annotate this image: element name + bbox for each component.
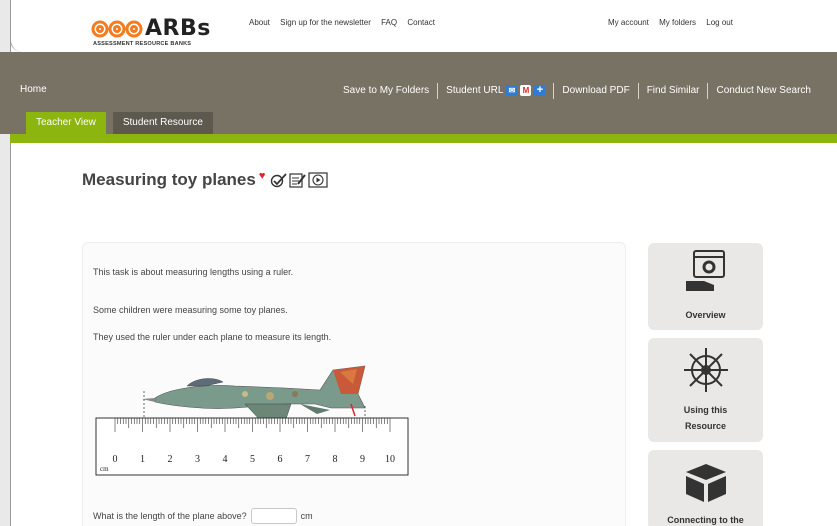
ruler-number: 7: [305, 454, 310, 465]
ruler-number: 5: [250, 454, 255, 465]
using-label-2: Resource: [684, 421, 727, 431]
paragraph-2: They used the ruler under each plane to …: [93, 332, 332, 342]
download-pdf-link[interactable]: Download PDF: [562, 85, 629, 96]
overview-label: Overview: [685, 310, 726, 320]
tab-underline: [10, 134, 837, 143]
divider: [437, 82, 439, 99]
ruler-number: 2: [168, 454, 173, 465]
nav-my-account-link[interactable]: My account: [608, 18, 649, 27]
overview-gear-screen-icon: [685, 250, 725, 291]
ruler-number: 1: [140, 454, 145, 465]
ruler-number: 6: [278, 454, 283, 465]
home-link[interactable]: Home: [20, 84, 47, 95]
length-answer-input[interactable]: [250, 508, 297, 524]
top-nav-left: About Sign up for the newsletter FAQ Con…: [249, 18, 443, 27]
new-search-link[interactable]: Conduct New Search: [716, 85, 811, 96]
ruler-number: 9: [360, 454, 365, 465]
nav-faq-link[interactable]: FAQ: [381, 18, 397, 27]
check-assessment-icon: [271, 173, 288, 188]
favourite-heart-icon[interactable]: ♥: [259, 170, 266, 182]
save-to-folders-link[interactable]: Save to My Folders: [343, 85, 429, 96]
ruler-number: 3: [195, 454, 200, 465]
nav-about-link[interactable]: About: [249, 18, 270, 27]
written-task-icon: [289, 173, 307, 188]
top-nav-right: My account My folders Log out: [608, 18, 741, 27]
connecting-label: Connecting to the: [667, 515, 744, 525]
arbs-logo[interactable]: ARBs ASSESSMENT RESOURCE BANKS: [91, 16, 241, 48]
ruler-number: 10: [385, 454, 395, 465]
paragraph-1: Some children were measuring some toy pl…: [93, 305, 288, 315]
using-label-1: Using this: [683, 405, 728, 415]
toy-plane-image: 0 1 2 3 4 5 6 7 8 9 10 cm: [95, 365, 409, 476]
ruler-unit-label: cm: [100, 465, 109, 473]
view-tabs: Teacher View Student Resource: [26, 112, 220, 134]
resource-actions: Save to My Folders Student URL ✉ M + Dow…: [343, 82, 811, 99]
tab-teacher-view[interactable]: Teacher View: [26, 112, 106, 134]
site-header: ARBs ASSESSMENT RESOURCE BANKS About Sig…: [10, 0, 837, 52]
nav-log-out-link[interactable]: Log out: [706, 18, 733, 27]
find-similar-link[interactable]: Find Similar: [647, 85, 700, 96]
divider: [707, 82, 709, 99]
open-box-icon: [685, 464, 726, 502]
email-share-icon[interactable]: ✉: [506, 85, 518, 96]
ruler-number: 0: [113, 454, 118, 465]
add-share-icon[interactable]: +: [534, 85, 546, 96]
gmail-share-icon[interactable]: M: [520, 85, 532, 96]
page-title-row: Measuring toy planes ♥: [82, 170, 328, 190]
nav-my-folders-link[interactable]: My folders: [659, 18, 696, 27]
video-icon: [308, 172, 328, 188]
nav-contact-link[interactable]: Contact: [407, 18, 435, 27]
tab-student-resource[interactable]: Student Resource: [112, 112, 213, 134]
connecting-panel[interactable]: Connecting to the: [648, 450, 763, 526]
ruler-number: 4: [223, 454, 228, 465]
divider: [553, 82, 555, 99]
question-text: What is the length of the plane above?: [93, 511, 247, 521]
answer-unit: cm: [300, 511, 313, 521]
student-url-label: Student URL: [446, 85, 504, 96]
nav-newsletter-link[interactable]: Sign up for the newsletter: [280, 18, 371, 27]
divider: [637, 82, 639, 99]
using-resource-panel[interactable]: Using this Resource: [648, 338, 763, 442]
ship-wheel-icon: [683, 348, 728, 392]
intro-text: This task is about measuring lengths usi…: [93, 267, 294, 277]
brand-name: ARBs: [145, 16, 211, 41]
brand-subtitle: ASSESSMENT RESOURCE BANKS: [93, 41, 192, 47]
ruler-number: 8: [333, 454, 338, 465]
overview-panel[interactable]: Overview: [648, 243, 763, 330]
plane-ruler-figure: 0 1 2 3 4 5 6 7 8 9 10 cm: [95, 364, 411, 478]
logo-swirl-icon: [91, 20, 143, 38]
page-title: Measuring toy planes: [82, 170, 256, 189]
question-row: What is the length of the plane above? c…: [93, 508, 313, 524]
